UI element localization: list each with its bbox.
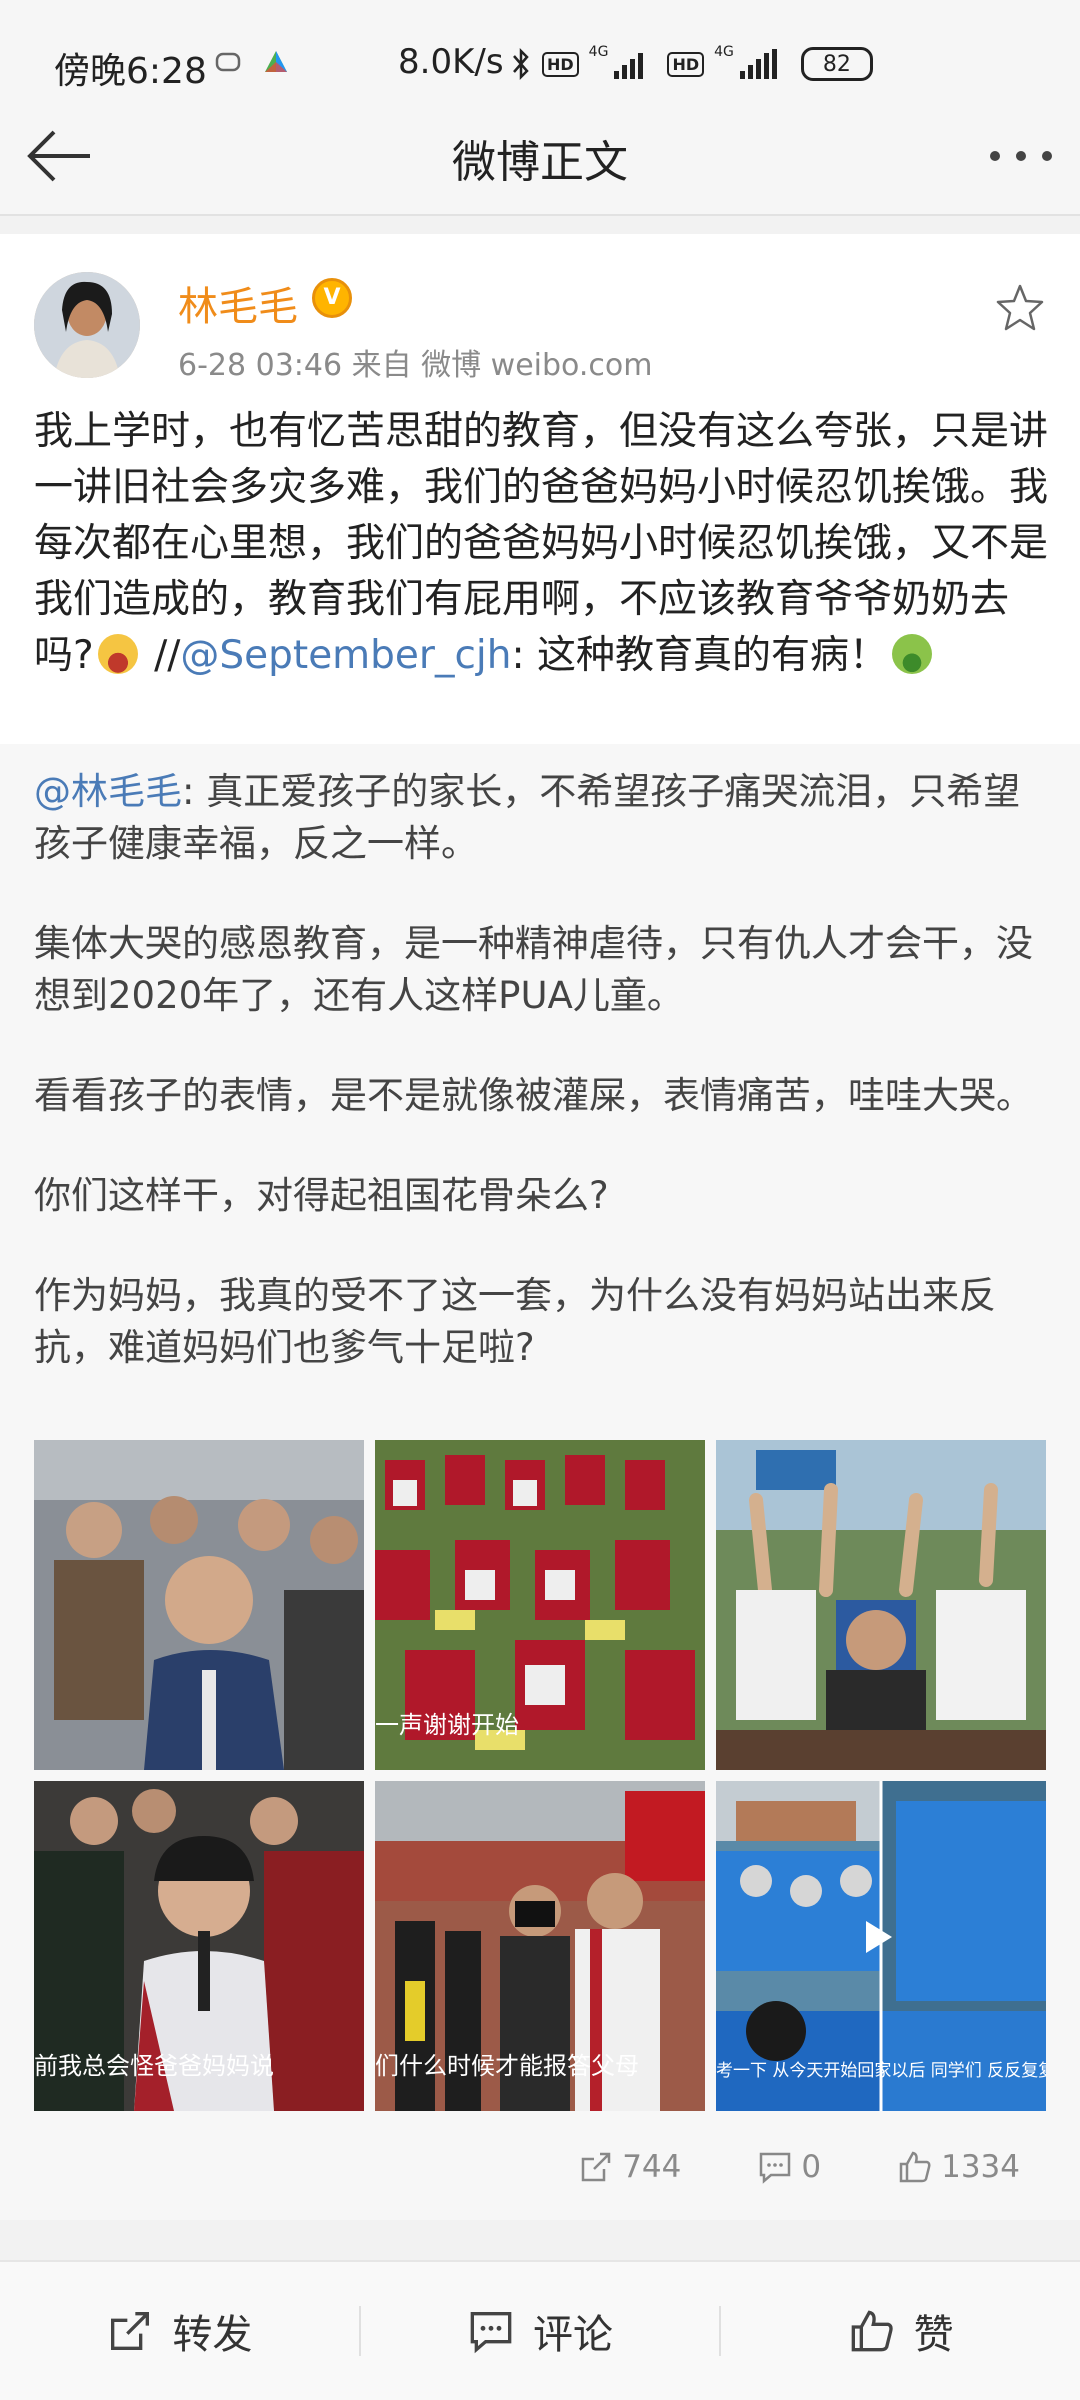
repost-author-mention[interactable]: @林毛毛 [34, 770, 182, 813]
image-thumbnail[interactable]: 前我总会怪爸爸妈妈说 [34, 1781, 364, 2111]
image-grid: 一声谢谢开始 前我总会怪爸爸妈妈说 们什么时候才能报答父母 考一下 从今天开始回… [34, 1440, 1046, 2111]
author-avatar[interactable] [34, 272, 140, 378]
image-thumbnail[interactable] [716, 1440, 1046, 1770]
page-title: 微博正文 [452, 137, 628, 188]
repost-stats: 744 0 1334 [578, 2149, 1020, 2185]
image-thumbnail[interactable]: 们什么时候才能报答父母 [375, 1781, 705, 2111]
image-caption: 一声谢谢开始 [375, 1711, 519, 1739]
mention-link[interactable]: @September_cjh [180, 633, 511, 678]
repost-body: @林毛毛: 真正爱孩子的家长，不希望孩子痛哭流泪，只希望孩子健康幸福，反之一样。… [34, 766, 1050, 1374]
post-text-sep: // [141, 633, 181, 678]
repost-para-2: 集体大哭的感恩教育，是一种精神虐待，只有仇人才会干，没想到2020年了，还有人这… [34, 922, 1033, 1017]
section-divider [0, 216, 1080, 234]
signal-icon-2 [739, 49, 777, 79]
repost-button[interactable]: 转发 [0, 2262, 359, 2400]
share-icon [111, 2312, 150, 2350]
reposted-content[interactable]: @林毛毛: 真正爱孩子的家长，不希望孩子痛哭流泪，只希望孩子健康幸福，反之一样。… [0, 744, 1080, 2220]
laughing-emoji-icon [97, 634, 138, 674]
post-body: 我上学时，也有忆苦思甜的教育，但没有这么夸张，只是讲一讲旧社会多灾多难，我们的爸… [34, 404, 1054, 684]
repost-para-4: 你们这样干，对得起祖国花骨朵么? [34, 1174, 609, 1217]
repost-para-5: 作为妈妈，我真的受不了这一套，为什么没有妈妈站出来反抗，难道妈妈们也爹气十足啦? [34, 1274, 996, 1369]
bluetooth-icon [513, 47, 529, 81]
image-caption: 前我总会怪爸爸妈妈说 [34, 2052, 274, 2080]
status-right-icons: HD 4G HD 4G 82 [510, 44, 873, 84]
comment-count[interactable]: 0 [757, 2149, 821, 2185]
app-notification-icon [215, 52, 241, 72]
comment-button[interactable]: 评论 [361, 2262, 720, 2400]
like-count[interactable]: 1334 [897, 2149, 1020, 2185]
like-button-label: 赞 [913, 2312, 954, 2358]
post-card: 林毛毛 6-28 03:46 来自 微博 weibo.com 我上学时，也有忆苦… [0, 234, 1080, 744]
vip-badge-icon [312, 278, 352, 318]
network-speed: 8.0K/s [398, 42, 504, 82]
bottom-toolbar: 转发 评论 赞 [0, 2260, 1080, 2400]
nav-header: 微博正文 [0, 96, 1080, 216]
play-icon[interactable] [866, 1921, 892, 1953]
image-caption: 们什么时候才能报答父母 [375, 2052, 639, 2080]
like-count-value: 1334 [941, 2149, 1020, 2185]
repost-para-3: 看看孩子的表情，是不是就像被灌屎，表情痛苦，哇哇大哭。 [34, 1074, 1033, 1117]
repost-button-label: 转发 [172, 2312, 253, 2358]
favorite-star-icon[interactable] [994, 282, 1046, 334]
vomit-emoji-icon [892, 634, 932, 674]
image-thumbnail[interactable]: 一声谢谢开始 [375, 1440, 705, 1770]
comment-count-value: 0 [801, 2149, 822, 2185]
section-divider [0, 2220, 1080, 2260]
status-time: 傍晚6:28 [54, 51, 207, 92]
network-type-2: 4G [714, 44, 734, 60]
post-meta: 6-28 03:46 来自 微博 weibo.com [178, 348, 653, 383]
comment-button-label: 评论 [533, 2312, 613, 2358]
signal-icon [614, 49, 644, 79]
image-thumbnail[interactable] [34, 1440, 364, 1770]
share-icon [581, 2152, 611, 2182]
like-button[interactable]: 赞 [721, 2262, 1080, 2400]
comment-icon [470, 2312, 512, 2354]
repost-count[interactable]: 744 [578, 2149, 681, 2185]
photos-notification-icon [265, 51, 287, 72]
image-caption: 考一下 从今天开始回家以后 同学们 反反复复的去思考一 [716, 2061, 1046, 2081]
network-type: 4G [588, 44, 609, 60]
more-options-icon[interactable] [986, 126, 1056, 186]
battery-icon: 82 [800, 47, 873, 81]
comment-icon [760, 2152, 791, 2184]
repost-count-value: 744 [622, 2149, 682, 2185]
post-text-2: : 这种教育真的有病！ [511, 633, 888, 678]
thumbs-up-icon [899, 2151, 931, 2183]
repost-para-1: : 真正爱孩子的家长，不希望孩子痛哭流泪，只希望孩子健康幸福，反之一样。 [34, 770, 1021, 865]
thumbs-up-icon [851, 2310, 893, 2352]
video-thumbnail[interactable]: 考一下 从今天开始回家以后 同学们 反反复复的去思考一 [716, 1781, 1046, 2111]
author-name[interactable]: 林毛毛 [178, 274, 298, 332]
hd-badge: HD [542, 51, 579, 77]
hd-badge-2: HD [667, 51, 705, 77]
